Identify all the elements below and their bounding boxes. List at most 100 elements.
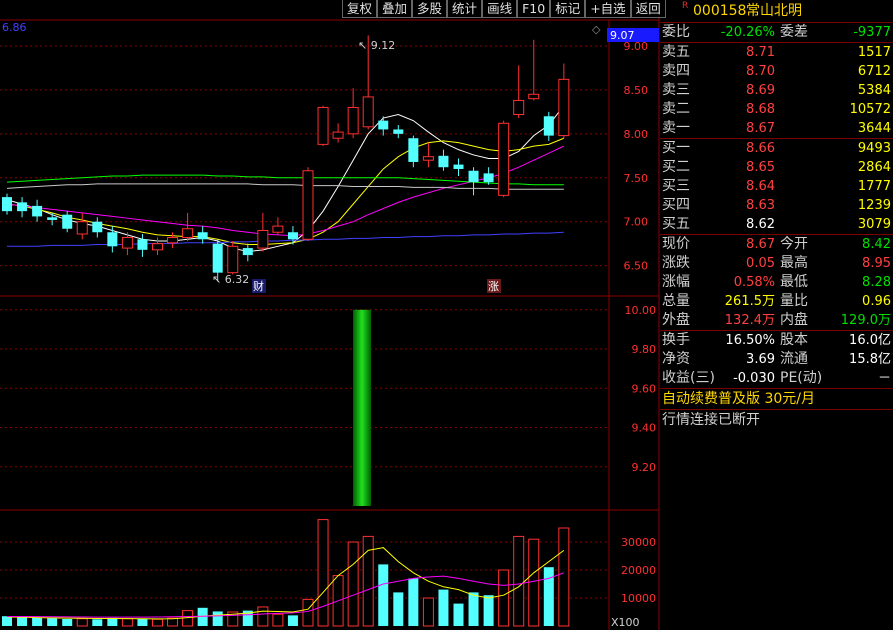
stat-label: 今开 <box>780 236 808 252</box>
draw-line-button[interactable]: 画线 <box>482 0 518 18</box>
fund-label: 流通 <box>780 351 808 367</box>
volume-bar <box>558 527 570 627</box>
event-zhang: 涨 <box>488 280 499 293</box>
ask-price: 8.69 <box>746 83 775 98</box>
stat-value: 0.58% <box>733 275 775 290</box>
bid-label: 买一 <box>662 140 690 156</box>
f10-button[interactable]: F10 <box>517 0 551 18</box>
mark-button[interactable]: 标记 <box>550 0 586 18</box>
stat-label: 总量 <box>662 293 690 309</box>
volume-bar <box>32 617 43 626</box>
volume-unit: X100 <box>611 616 640 629</box>
stat-row: 总量 261.5万 量比 0.96 <box>660 292 893 311</box>
candle-body <box>152 243 163 251</box>
stock-name: 常山北明 <box>746 3 802 19</box>
bid-row: 买一 8.66 9493 <box>660 139 893 158</box>
candle-body <box>92 221 103 233</box>
candle-body <box>422 156 434 161</box>
candle-body <box>498 122 510 196</box>
ask-price: 8.67 <box>746 121 775 136</box>
multi-stock-button[interactable]: 多股 <box>412 0 448 18</box>
volume-bar <box>393 592 404 626</box>
stat-value: 8.28 <box>862 275 891 290</box>
volume-bar <box>528 538 540 627</box>
fund-value: 3.69 <box>746 352 775 367</box>
candle-body <box>347 106 359 135</box>
bid-price: 8.66 <box>746 141 775 156</box>
price-tick: 8.00 <box>624 128 649 141</box>
candle-body <box>302 170 314 240</box>
stock-code: 000158 <box>693 3 747 19</box>
overlay-button[interactable]: 叠加 <box>377 0 413 18</box>
candle-body <box>17 202 28 212</box>
subscription-ad[interactable]: 自动续费普及版 30元/月 <box>660 389 893 410</box>
price-tick: 7.50 <box>624 172 649 185</box>
indicator-tick: 9.80 <box>632 343 657 356</box>
stat-row: 现价 8.67 今开 8.42 <box>660 235 893 254</box>
stat-value: 8.42 <box>862 237 891 252</box>
fund-value: 16.0亿 <box>849 333 891 348</box>
ask-label: 卖二 <box>662 101 690 117</box>
current-price-tag: 9.07 <box>610 29 635 42</box>
bid-volume: 1239 <box>857 198 891 213</box>
kline-chart-area[interactable]: 9.008.508.007.507.006.506.869.07◇↖ 9.12↖… <box>0 0 660 630</box>
bid-label: 买二 <box>662 159 690 175</box>
bid-row: 买二 8.65 2864 <box>660 158 893 177</box>
ask-volume: 6712 <box>857 64 891 79</box>
volume-ma-line-1 <box>6 572 565 618</box>
volume-tick: 30000 <box>621 536 656 549</box>
event-cai: 财 <box>253 279 264 293</box>
volume-bar <box>272 613 284 627</box>
volume-bar <box>137 619 148 626</box>
volume-bar <box>498 569 510 627</box>
ask-row: 卖一 8.67 3644 <box>660 119 893 138</box>
indicator-bar <box>353 309 371 506</box>
volume-bar <box>513 535 525 627</box>
add-watchlist-button[interactable]: +自选 <box>585 0 631 18</box>
weicha-label: 委差 <box>780 24 808 40</box>
candle-body <box>62 214 73 229</box>
bid-row: 买四 8.63 1239 <box>660 196 893 215</box>
connection-status: 行情连接已断开 <box>662 412 760 428</box>
stat-row: 涨幅 0.58% 最低 8.28 <box>660 273 893 292</box>
fuquan-button[interactable]: 复权 <box>342 0 378 18</box>
statistics-button[interactable]: 统计 <box>447 0 483 18</box>
volume-tick: 20000 <box>621 564 656 577</box>
ask-label: 卖五 <box>662 44 690 60</box>
candle-body <box>76 221 88 235</box>
volume-bar <box>167 617 179 627</box>
ask-volume: 3644 <box>857 121 891 136</box>
price-tick: 7.00 <box>624 216 649 229</box>
ask-volume: 1517 <box>857 45 891 60</box>
ask-label: 卖一 <box>662 120 690 136</box>
candle-body <box>468 170 479 183</box>
volume-bar <box>76 618 88 627</box>
price-ma-line-0 <box>6 105 565 253</box>
volume-bar <box>2 616 12 626</box>
stat-value: 0.96 <box>862 294 891 309</box>
fund-label: 净资 <box>662 351 690 367</box>
fund-label: 收益(三) <box>662 370 715 386</box>
candle-body <box>212 243 223 273</box>
bid-label: 买五 <box>662 216 690 232</box>
candle-body <box>528 93 540 100</box>
ask-volume: 10572 <box>849 102 891 117</box>
indicator-tick: 9.20 <box>632 461 657 474</box>
volume-bar <box>107 617 118 626</box>
candle-body <box>378 120 389 130</box>
price-tick: 8.50 <box>624 84 649 97</box>
indicator-tick: 9.60 <box>632 382 657 395</box>
indicator-tick: 10.00 <box>625 304 657 317</box>
volume-bar <box>483 595 494 626</box>
bid-price: 8.64 <box>746 179 775 194</box>
candle-body <box>543 116 554 136</box>
weibi-label: 委比 <box>662 24 690 40</box>
candle-body <box>47 217 58 220</box>
candle-body <box>287 232 298 240</box>
fund-row: 净资 3.69 流通 15.8亿 <box>660 350 893 369</box>
weicha-value: -9377 <box>853 25 891 40</box>
ask-price: 8.70 <box>746 64 775 79</box>
r-marker: R <box>682 1 689 11</box>
candle-body <box>167 237 179 244</box>
candle-body <box>197 232 208 240</box>
